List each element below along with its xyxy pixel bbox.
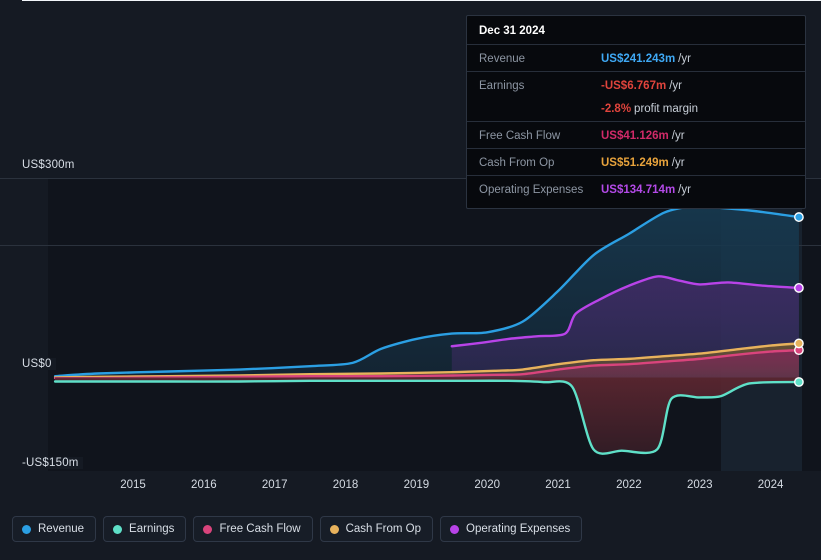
x-axis-tick-2022: 2022 [616,479,642,491]
area-fill [55,377,799,454]
series-earnings [53,377,801,455]
legend-item-cash-from-op[interactable]: Cash From Op [319,516,434,542]
tooltip-row-value-wrap: -2.8% profit margin [601,99,698,117]
tooltip-row: Operating Expenses US$134.714m/yr [467,175,805,202]
tooltip-row-unit: /yr [671,130,685,142]
endpoint-marker-earnings[interactable] [794,377,804,387]
tooltip-row-value-wrap: US$51.249m/yr [601,153,685,171]
endpoint-marker-cash-from-op[interactable] [794,338,804,349]
legend-item-label: Cash From Op [345,523,422,535]
legend-item-earnings[interactable]: Earnings [103,516,187,542]
endpoint-marker-operating-expenses[interactable] [794,283,804,293]
y-axis-label-zero: US$0 [22,358,56,370]
tooltip-row-unit: /yr [669,80,682,92]
x-axis: 2015 2016 2017 2018 2019 2020 2021 2022 2023 2024 [0,471,821,505]
legend-item-label: Revenue [38,523,85,535]
data-tooltip: Dec 31 2024 Revenue US$241.243m/yr Earning… [466,15,806,209]
tooltip-row-key: Earnings [479,80,525,92]
tooltip-row-value: US$41.126m [601,130,669,142]
tooltip-row: Free Cash Flow US$41.126m/yr [467,121,805,148]
legend-color-dot [329,524,339,534]
tooltip-rows: Revenue US$241.243m/yr Earnings -US$6.767m /… [467,44,805,202]
tooltip-row: Revenue US$241.243m/yr [467,44,805,71]
tooltip-row-unit: profit margin [634,103,698,115]
legend-item-label: Free Cash Flow [219,523,301,535]
financial-performance-chart: US$300m US$0 -US$150m 2015 2016 2017 2018 20… [0,0,821,560]
x-axis-tick-2023: 2023 [686,479,713,491]
legend-color-dot [203,524,213,534]
tooltip-row-value: US$134.714m [601,184,676,196]
x-axis-tick-2019: 2019 [403,479,430,491]
tooltip-row-value: US$241.243m [601,53,676,65]
endpoint-marker-revenue[interactable] [794,212,804,222]
tooltip-row-unit: /yr [671,157,685,169]
legend-item-free-cash-flow[interactable]: Free Cash Flow [193,516,313,542]
legend-color-dot [22,524,31,534]
x-axis-tick-2018: 2018 [332,479,359,491]
tooltip-row-value-wrap: US$134.714m/yr [601,180,691,198]
tooltip-row-unit: /yr [678,184,691,196]
tooltip-row: Cash From Op US$51.249m/yr [467,148,805,175]
legend-item-operating-expenses[interactable]: Operating Expenses [440,516,583,542]
tooltip-row-value-wrap: US$241.243m/yr [601,49,691,67]
x-axis-tick-2020: 2020 [474,479,500,491]
tooltip-row-value: US$51.249m [601,157,669,169]
tooltip-title: Dec 31 2024 [479,25,545,37]
legend-item-label: Earnings [129,523,175,535]
legend-item-revenue[interactable]: Revenue [12,516,97,542]
x-axis-tick-2024: 2024 [757,479,784,491]
tooltip-row-value-wrap: -US$6.767m/yr [601,76,682,94]
tooltip-row-key: Operating Expenses [479,184,584,196]
tooltip-row-value: -2.8% [601,103,632,115]
legend-item-label: Operating Expenses [466,523,571,535]
tooltip-row: Earnings -US$6.767m/yr [467,71,805,98]
tooltip-row-value-wrap: US$41.126m/yr [601,126,685,144]
y-axis-label-bottom: -US$150m [22,457,83,469]
tooltip-row-value: -US$6.767m [601,80,667,92]
tooltip-row-key: Cash From Op [479,157,555,169]
x-axis-tick-2021: 2021 [545,479,571,491]
legend-color-dot [450,524,460,534]
chart-legend: Revenue Earnings Free Cash Flow Cash From O… [12,516,583,542]
x-axis-tick-2016: 2016 [191,479,217,491]
legend-color-dot [113,524,123,534]
zero-axis-line [22,0,821,2]
tooltip-row-key: Revenue [479,53,526,65]
tooltip-row: -2.8% profit margin [467,98,805,121]
x-axis-tick-2017: 2017 [261,479,288,491]
x-axis-tick-2015: 2015 [120,479,146,491]
tooltip-row-key: Free Cash Flow [479,130,561,142]
y-axis-label-top: US$300m [22,159,79,171]
tooltip-row-unit: /yr [678,53,691,65]
